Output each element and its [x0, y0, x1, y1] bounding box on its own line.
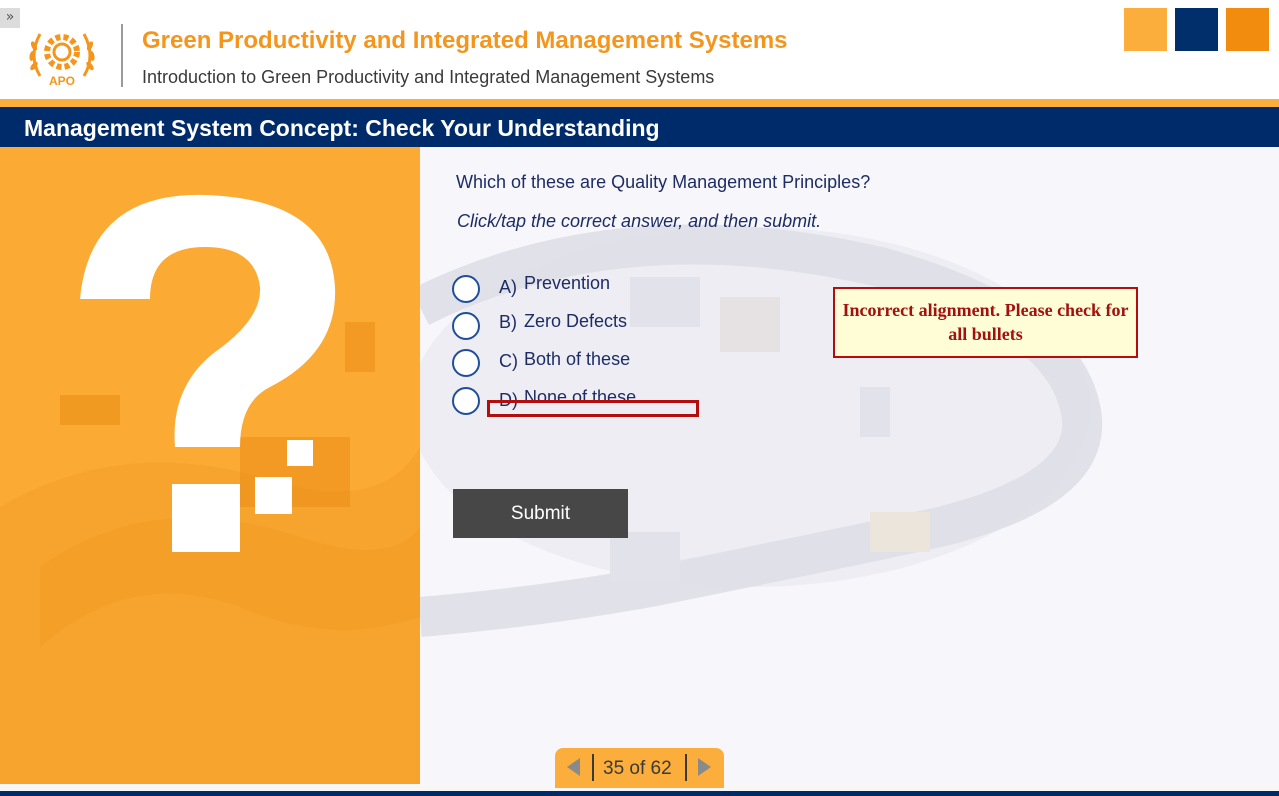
option-label-a: Prevention	[524, 273, 611, 293]
option-letter-a: A)	[499, 277, 517, 297]
option-letter-c: C)	[499, 351, 518, 371]
answer-option-a[interactable]: A) Prevention	[450, 273, 710, 303]
radio-button-d[interactable]	[452, 387, 480, 415]
question-text: Which of these are Quality Management Pr…	[456, 172, 871, 192]
slide-pager: 35 of 62	[555, 748, 724, 788]
header-divider	[121, 24, 123, 87]
radio-button-c[interactable]	[452, 349, 480, 377]
radio-button-a[interactable]	[452, 275, 480, 303]
header: APO Green Productivity and Integrated Ma…	[0, 0, 1279, 99]
brand-square-orange	[1124, 8, 1167, 51]
radio-button-b[interactable]	[452, 312, 480, 340]
course-subtitle: Introduction to Green Productivity and I…	[142, 67, 715, 87]
option-label-c: Both of these	[524, 349, 631, 369]
slide-counter: 35 of 62	[603, 758, 672, 779]
header-accent-line	[0, 99, 1279, 107]
option-label-b: Zero Defects	[524, 311, 628, 331]
brand-square-dark-orange	[1226, 8, 1269, 51]
option-letter-b: B)	[499, 312, 517, 332]
question-illustration-panel	[0, 147, 420, 784]
review-comment-callout: Incorrect alignment. Please check for al…	[833, 287, 1138, 358]
slide-title-bar: Management System Concept: Check Your Un…	[0, 107, 1279, 147]
submit-button[interactable]: Submit	[453, 489, 628, 538]
question-mark-illustration	[0, 194, 420, 784]
question-content-panel	[420, 147, 1279, 784]
answer-option-c[interactable]: C) Both of these	[450, 349, 710, 379]
slide-title: Management System Concept: Check Your Un…	[24, 115, 660, 141]
background-map-illustration	[420, 224, 1103, 637]
pager-divider	[592, 754, 594, 781]
next-slide-icon[interactable]	[698, 758, 711, 776]
brand-square-navy	[1175, 8, 1218, 51]
previous-slide-icon[interactable]	[567, 758, 580, 776]
annotation-highlight-box	[487, 400, 699, 417]
pager-divider	[685, 754, 687, 781]
apo-logo: APO	[26, 22, 98, 88]
logo-text: APO	[49, 74, 75, 88]
answer-option-b[interactable]: B) Zero Defects	[450, 311, 710, 341]
instruction-text: Click/tap the correct answer, and then s…	[457, 211, 822, 231]
course-title: Green Productivity and Integrated Manage…	[142, 27, 788, 54]
expand-menu-button[interactable]: »	[0, 8, 20, 28]
footer-line	[0, 791, 1279, 796]
